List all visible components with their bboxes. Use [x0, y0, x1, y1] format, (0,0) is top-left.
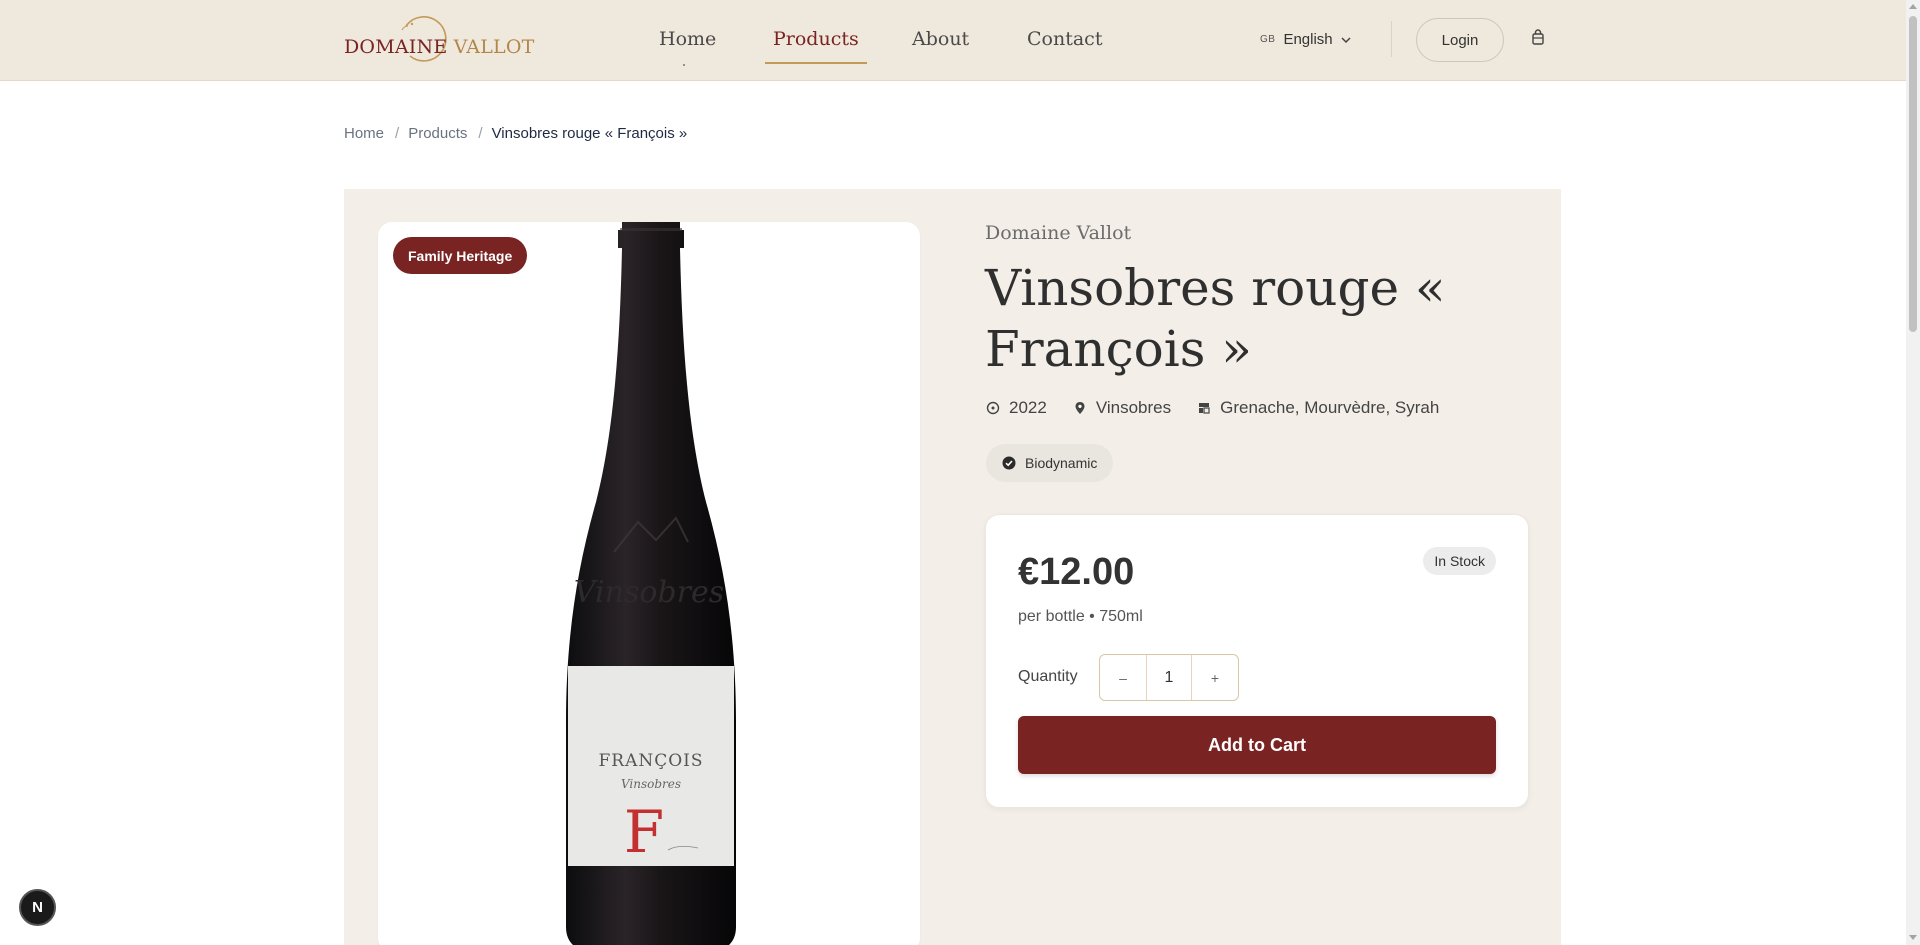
increase-quantity-button[interactable]: + [1192, 655, 1238, 700]
scroll-down-arrow[interactable] [1909, 935, 1917, 940]
site-header: DOMAINE VALLOT Home Products About Conta… [0, 0, 1906, 81]
clock-icon [986, 401, 1000, 415]
nav-about[interactable]: About [912, 28, 969, 50]
language-label: English [1283, 31, 1333, 48]
label-letter: F [624, 798, 664, 866]
vintage: 2022 [986, 398, 1047, 418]
vintage-value: 2022 [1009, 398, 1047, 417]
producer-name[interactable]: Domaine Vallot [985, 222, 1131, 244]
region-value: Vinsobres [1095, 398, 1172, 417]
breadcrumb-home[interactable]: Home [344, 125, 384, 142]
wine-bottle-image: Vinsobres FRANÇOIS Vinsobres F [566, 222, 736, 945]
region: Vinsobres [1073, 398, 1171, 418]
label-subtitle: Vinsobres [621, 777, 681, 791]
label-name: FRANÇOIS [598, 751, 703, 771]
grapes-icon [1199, 403, 1210, 414]
product-image-card[interactable]: Vinsobres FRANÇOIS Vinsobres F Family He… [378, 222, 920, 945]
nav-hover-dot [683, 64, 685, 66]
header-divider [1391, 21, 1392, 57]
scrollbar[interactable] [1906, 0, 1920, 945]
breadcrumb-separator: / [395, 125, 400, 142]
login-button[interactable]: Login [1416, 18, 1504, 62]
certification-badge: Biodynamic [986, 444, 1114, 482]
product-title: Vinsobres rouge « François » [985, 259, 1446, 378]
family-heritage-badge: Family Heritage [393, 237, 528, 274]
certification-label: Biodynamic [1025, 455, 1098, 471]
grapes: Grenache, Mourvèdre, Syrah [1197, 398, 1439, 418]
nav-products[interactable]: Products [765, 28, 867, 64]
price: €12.00 [1018, 551, 1135, 593]
stock-badge: In Stock [1423, 547, 1496, 575]
breadcrumb-products[interactable]: Products [408, 125, 467, 142]
check-circle-icon [1002, 456, 1016, 470]
chevron-down-icon [1341, 36, 1351, 43]
add-to-cart-button[interactable]: Add to Cart [1018, 716, 1496, 774]
grapes-value: Grenache, Mourvèdre, Syrah [1220, 398, 1440, 417]
language-selector[interactable]: GB English [1260, 31, 1351, 48]
decrease-quantity-button[interactable]: – [1100, 655, 1146, 700]
scroll-up-arrow[interactable] [1909, 4, 1917, 9]
nav-contact[interactable]: Contact [1027, 28, 1102, 50]
location-pin-icon [1075, 402, 1085, 414]
scrollbar-thumb[interactable] [1909, 16, 1917, 332]
active-nav-underline [765, 62, 867, 64]
cart-icon[interactable] [1530, 29, 1546, 47]
quantity-stepper: – + [1099, 654, 1239, 701]
unit-info: per bottle • 750ml [1018, 608, 1143, 625]
logo-wordmark: DOMAINE VALLOT [344, 36, 535, 58]
dev-tools-badge[interactable]: N [19, 889, 56, 926]
embossed-text: Vinsobres [574, 575, 724, 610]
nav-home[interactable]: Home [659, 28, 716, 66]
purchase-card: €12.00 In Stock per bottle • 750ml Quant… [985, 514, 1529, 808]
breadcrumb-separator: / [478, 125, 483, 142]
quantity-label: Quantity [1018, 668, 1078, 685]
flag-icon: GB [1260, 34, 1276, 45]
product-meta: 2022 Vinsobres Grenache, Mourvèdre, Syra… [986, 398, 1465, 418]
breadcrumb: Home / Products / Vinsobres rouge « Fran… [344, 125, 687, 142]
quantity-input[interactable] [1146, 655, 1192, 700]
logo[interactable]: DOMAINE VALLOT [344, 14, 534, 66]
breadcrumb-current: Vinsobres rouge « François » [491, 125, 688, 142]
